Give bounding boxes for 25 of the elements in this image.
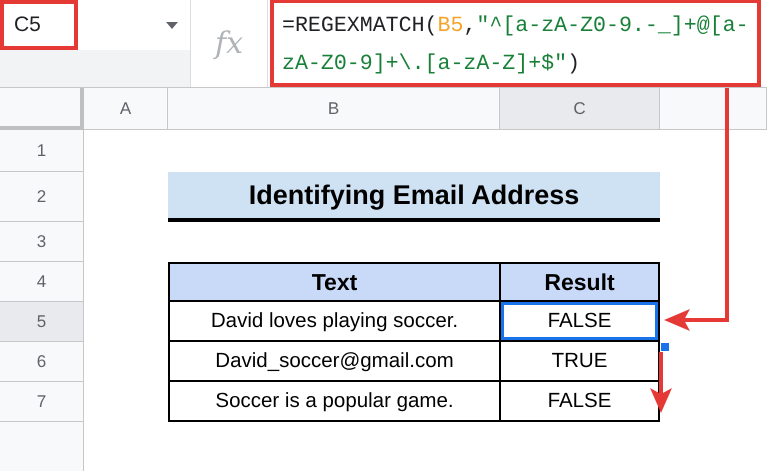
row-header[interactable]: 4 [0, 262, 84, 302]
name-box[interactable]: C5 [0, 0, 78, 50]
table-cell[interactable]: FALSE [500, 302, 660, 342]
row-header[interactable]: 7 [0, 382, 84, 422]
header-cell: Result [500, 262, 660, 302]
sheet-title: Identifying Email Address [168, 172, 660, 222]
table-cell[interactable]: FALSE [500, 382, 660, 422]
select-all-corner[interactable] [0, 88, 84, 130]
down-arrow [650, 352, 672, 413]
row-header[interactable]: 5 [0, 302, 84, 342]
fill-handle[interactable] [661, 343, 669, 351]
row-header[interactable]: 6 [0, 342, 84, 382]
table-cell: David_soccer@gmail.com [168, 342, 500, 382]
table-cell: Soccer is a popular game. [168, 382, 500, 422]
column-header[interactable]: A [84, 88, 168, 130]
dropdown-caret-icon[interactable] [166, 22, 178, 28]
column-header[interactable]: B [168, 88, 500, 130]
function-label: fx [191, 0, 268, 87]
row-header[interactable]: 3 [0, 222, 84, 262]
column-header[interactable]: C [500, 88, 660, 130]
row-header[interactable]: 2 [0, 172, 84, 222]
header-cell: Text [168, 262, 500, 302]
row-header[interactable]: 1 [0, 130, 84, 172]
table-cell[interactable]: TRUE [500, 342, 660, 382]
table-cell: David loves playing soccer. [168, 302, 500, 342]
